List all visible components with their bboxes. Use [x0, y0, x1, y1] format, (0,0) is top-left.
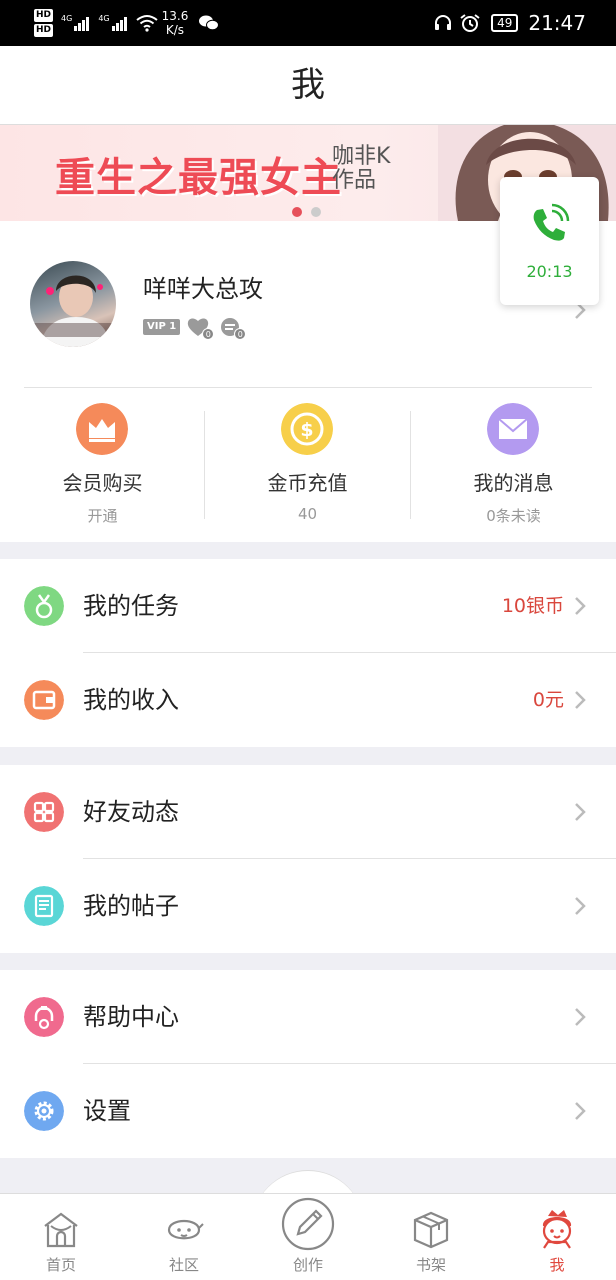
menu-item-label: 好友动态 [83, 798, 179, 826]
carousel-dot [311, 207, 321, 217]
menu-group: 帮助中心 设置 [0, 970, 616, 1158]
quick-action-vip[interactable]: 会员购买 开通 [0, 401, 205, 531]
bookshelf-box-icon [413, 1211, 449, 1249]
carousel-indicator [292, 207, 330, 217]
gear-icon [24, 1091, 64, 1131]
alarm-icon [460, 14, 480, 32]
banner-author: 咖非K作品 [332, 144, 391, 193]
menu-item-income[interactable]: 我的收入 0元 [0, 653, 616, 747]
pencil-icon [281, 1197, 335, 1251]
menu-group: 我的任务 10银币 我的收入 0元 [0, 559, 616, 747]
banner-title: 重生之最强女主 [55, 155, 342, 201]
envelope-icon [487, 403, 539, 455]
tab-community[interactable]: 社区 [134, 1194, 234, 1280]
medal-icon [24, 586, 64, 626]
network-type: 4G [61, 13, 73, 23]
menu-item-label: 我的收入 [83, 686, 179, 714]
tab-label: 首页 [45, 1256, 76, 1274]
grid-icon [24, 792, 64, 832]
svg-text:$: $ [300, 419, 313, 441]
menu-item-label: 帮助中心 [83, 1003, 179, 1031]
hd-indicator: HD [34, 9, 54, 22]
menu-item-value: 10银币 [501, 595, 564, 617]
divider [24, 387, 592, 388]
coin-icon: $ [281, 403, 333, 455]
tab-label: 书架 [415, 1256, 446, 1274]
hd-indicator: HD [34, 24, 54, 37]
menu-item-tasks[interactable]: 我的任务 10银币 [0, 559, 616, 653]
document-icon [24, 886, 64, 926]
vip-badge: VIP 1 [143, 319, 181, 335]
bottom-tab-bar: 首页 社区 创作 书架 我 [0, 1193, 616, 1280]
page-header: 我 [0, 46, 616, 125]
tab-home[interactable]: 首页 [11, 1194, 111, 1280]
headset-icon [24, 997, 64, 1037]
signal-icon [74, 15, 90, 31]
tab-bookshelf[interactable]: 书架 [381, 1194, 481, 1280]
username: 咩咩大总攻 [143, 275, 263, 303]
wifi-icon [135, 15, 158, 32]
menu-item-value: 0元 [532, 689, 564, 711]
chevron-right-icon [575, 597, 586, 615]
network-speed: 13.6 K/s [161, 9, 189, 37]
menu-item-settings[interactable]: 设置 [0, 1064, 616, 1158]
menu-item-my-posts[interactable]: 我的帖子 [0, 859, 616, 953]
page-title: 我 [291, 65, 325, 105]
menu-group: 好友动态 我的帖子 [0, 765, 616, 953]
chevron-right-icon [575, 1102, 586, 1120]
wallet-icon [24, 680, 64, 720]
quick-action-sub: 40 [297, 505, 318, 523]
quick-action-sub: 0条未读 [486, 507, 541, 525]
crown-icon [76, 403, 128, 455]
quick-action-label: 我的消息 [473, 471, 554, 495]
carousel-dot-active [292, 207, 302, 217]
user-badges: VIP 1 0 0 [143, 316, 250, 340]
chevron-right-icon [575, 1008, 586, 1026]
avatar-photo [30, 275, 116, 347]
avatar[interactable] [30, 261, 116, 347]
chevron-right-icon [575, 897, 586, 915]
tab-label: 社区 [168, 1256, 199, 1274]
profile-avatar-icon [542, 1210, 572, 1249]
clock: 21:47 [528, 11, 586, 35]
network-type: 4G [98, 13, 110, 23]
menu-item-friend-feed[interactable]: 好友动态 [0, 765, 616, 859]
home-tent-icon [44, 1212, 78, 1248]
call-duration: 20:13 [526, 262, 573, 281]
chevron-right-icon [575, 691, 586, 709]
floating-call-widget[interactable]: 20:13 [500, 177, 599, 305]
status-bar: HD HD 4G 4G 13.6 K/s 49 21:47 [0, 0, 616, 46]
menu-item-label: 我的任务 [83, 592, 179, 620]
wechat-icon [199, 15, 220, 31]
quick-action-sub: 开通 [87, 507, 118, 525]
tab-create[interactable]: 创作 [258, 1194, 358, 1280]
phone-icon [533, 203, 570, 241]
menu-item-label: 设置 [83, 1097, 131, 1125]
signal-icon [111, 15, 128, 31]
menu-item-label: 我的帖子 [83, 892, 179, 920]
quick-action-label: 会员购买 [62, 471, 143, 495]
headphones-icon [435, 15, 452, 30]
menu-item-help-center[interactable]: 帮助中心 [0, 970, 616, 1064]
tab-me[interactable]: 我 [507, 1194, 607, 1280]
tab-label: 创作 [292, 1256, 323, 1274]
battery-indicator: 49 [491, 14, 519, 32]
community-face-icon [167, 1219, 204, 1240]
read-badge: 0 [218, 316, 247, 340]
like-badge: 0 [186, 316, 215, 340]
quick-action-coins[interactable]: $ 金币充值 40 [205, 401, 410, 531]
chevron-right-icon [575, 803, 586, 821]
tab-label: 我 [549, 1256, 565, 1274]
quick-action-messages[interactable]: 我的消息 0条未读 [411, 401, 616, 531]
quick-action-label: 金币充值 [267, 471, 348, 495]
